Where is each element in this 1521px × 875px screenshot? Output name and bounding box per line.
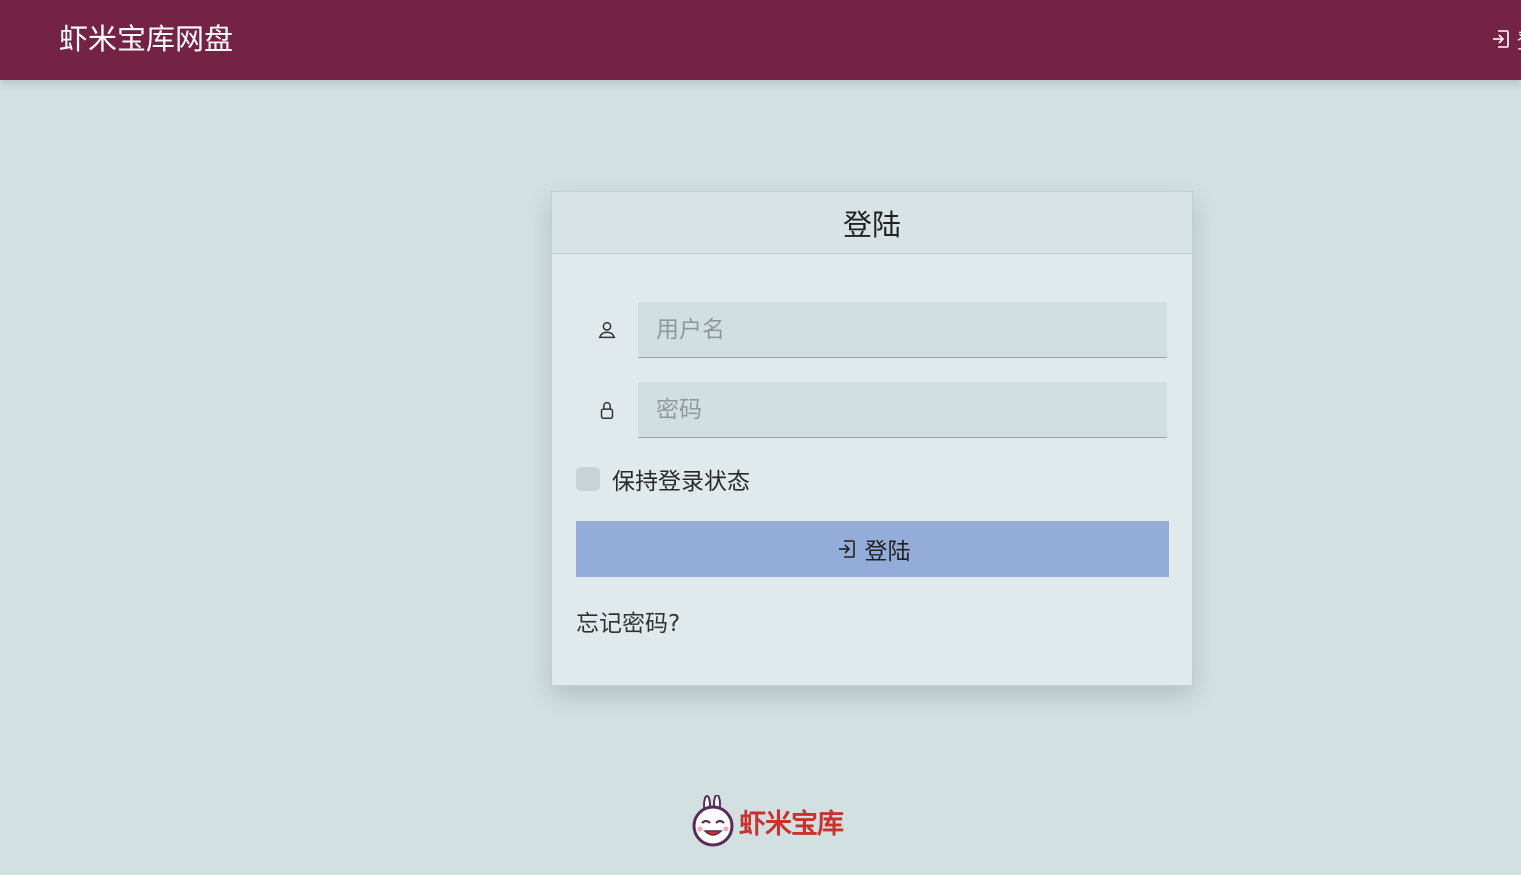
rabbit-mascot-icon [692, 795, 734, 847]
site-brand[interactable]: 虾米宝库网盘 [59, 20, 233, 58]
remember-checkbox[interactable] [576, 467, 600, 491]
login-card-title: 登陆 [552, 192, 1192, 254]
user-icon [576, 302, 638, 358]
username-row [576, 302, 1168, 358]
footer-logo: 虾米宝库 [689, 794, 844, 848]
nav-login-link[interactable]: 登 [1489, 26, 1521, 52]
lock-icon [576, 382, 638, 438]
login-card: 登陆 保持登录状态 登陆 忘记密码? [551, 191, 1193, 686]
username-input[interactable] [638, 302, 1167, 358]
nav-login-label: 登 [1517, 26, 1521, 53]
login-button-label: 登陆 [864, 539, 911, 565]
forgot-password-link[interactable]: 忘记密码? [576, 604, 680, 638]
password-input[interactable] [638, 382, 1167, 438]
remember-label: 保持登录状态 [612, 469, 750, 495]
top-navbar: 虾米宝库网盘 登 [0, 0, 1521, 80]
login-button[interactable]: 登陆 [576, 521, 1169, 577]
footer-logo-text: 虾米宝库 [739, 808, 844, 840]
remember-me[interactable]: 保持登录状态 [576, 464, 750, 495]
login-icon [838, 540, 855, 558]
login-icon [1493, 30, 1509, 48]
password-row [576, 382, 1168, 438]
